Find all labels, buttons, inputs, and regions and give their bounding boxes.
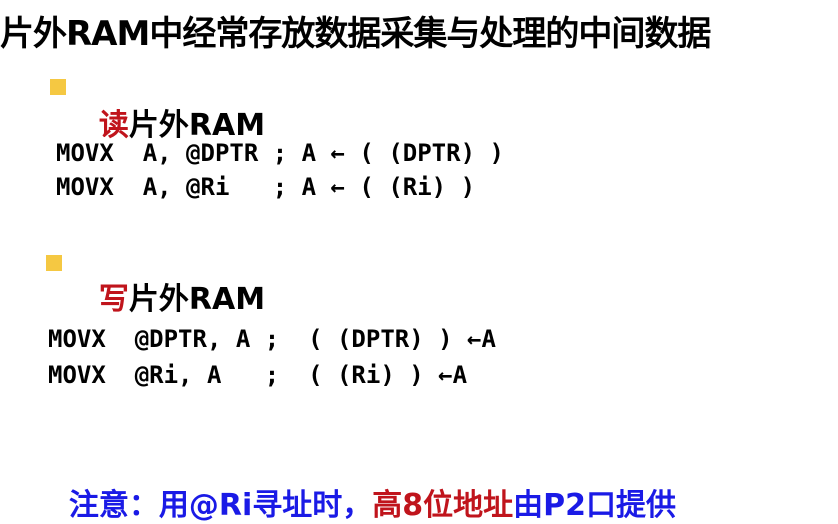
read-code-line-2: MOVX A, @Ri ; A ← ( (Ri) )	[56, 173, 476, 201]
write-keyword: 写	[98, 282, 129, 317]
read-heading-rest: 片外RAM	[128, 108, 266, 143]
note-part-3: 由P2口提供	[513, 488, 677, 523]
note-part-2: 高8位地址	[372, 488, 514, 523]
read-heading: 读片外RAM	[78, 65, 265, 144]
page-title: 片外RAM中经常存放数据采集与处理的中间数据	[0, 14, 711, 54]
write-code-line-2: MOVX @Ri, A ; ( (Ri) ) ←A	[48, 361, 468, 389]
bullet-icon	[50, 79, 66, 95]
bullet-icon	[46, 255, 62, 271]
read-keyword: 读	[98, 108, 129, 143]
read-code-line-1: MOVX A, @DPTR ; A ← ( (DPTR) )	[56, 139, 504, 167]
note-line: 注意：用@Ri寻址时，高8位地址由P2口提供	[48, 445, 676, 524]
write-heading-rest: 片外RAM	[128, 282, 266, 317]
write-code-line-1: MOVX @DPTR, A ; ( (DPTR) ) ←A	[48, 325, 496, 353]
note-part-1: 注意：用@Ri寻址时，	[68, 488, 373, 523]
write-heading: 写片外RAM	[78, 239, 265, 318]
